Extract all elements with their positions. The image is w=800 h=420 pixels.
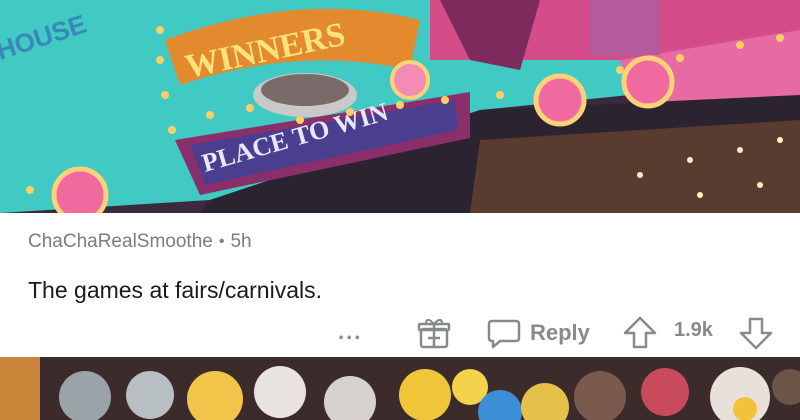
username[interactable]: ChaChaRealSmoothe: [28, 231, 213, 253]
comment-actions: ... Reply 1.9k: [0, 313, 800, 353]
carnival-sign-photo: PLACE TO WIN WINNERS HOUSE: [0, 0, 800, 213]
downvote-arrow-icon: [739, 317, 773, 350]
more-options-icon: ...: [338, 319, 363, 344]
award-button[interactable]: [416, 315, 452, 351]
upvote-arrow-icon: [623, 316, 657, 349]
downvote-button[interactable]: [738, 315, 774, 351]
plush-prizes-photo: [0, 357, 800, 420]
comment-meta: ChaChaRealSmoothe • 5h: [28, 231, 252, 253]
reply-button[interactable]: Reply: [486, 315, 590, 351]
upvote-button[interactable]: [622, 315, 658, 351]
reply-speech-bubble-icon: [487, 319, 521, 349]
comment-card: ChaChaRealSmoothe • 5h The games at fair…: [0, 213, 800, 357]
reply-label: Reply: [530, 320, 590, 345]
vote-score: 1.9k: [674, 319, 713, 341]
award-gift-icon: [417, 318, 451, 349]
meta-separator: •: [218, 233, 225, 250]
comment-age: 5h: [230, 231, 252, 252]
more-options-button[interactable]: ...: [338, 319, 362, 345]
comment-body: The games at fairs/carnivals.: [28, 277, 323, 303]
